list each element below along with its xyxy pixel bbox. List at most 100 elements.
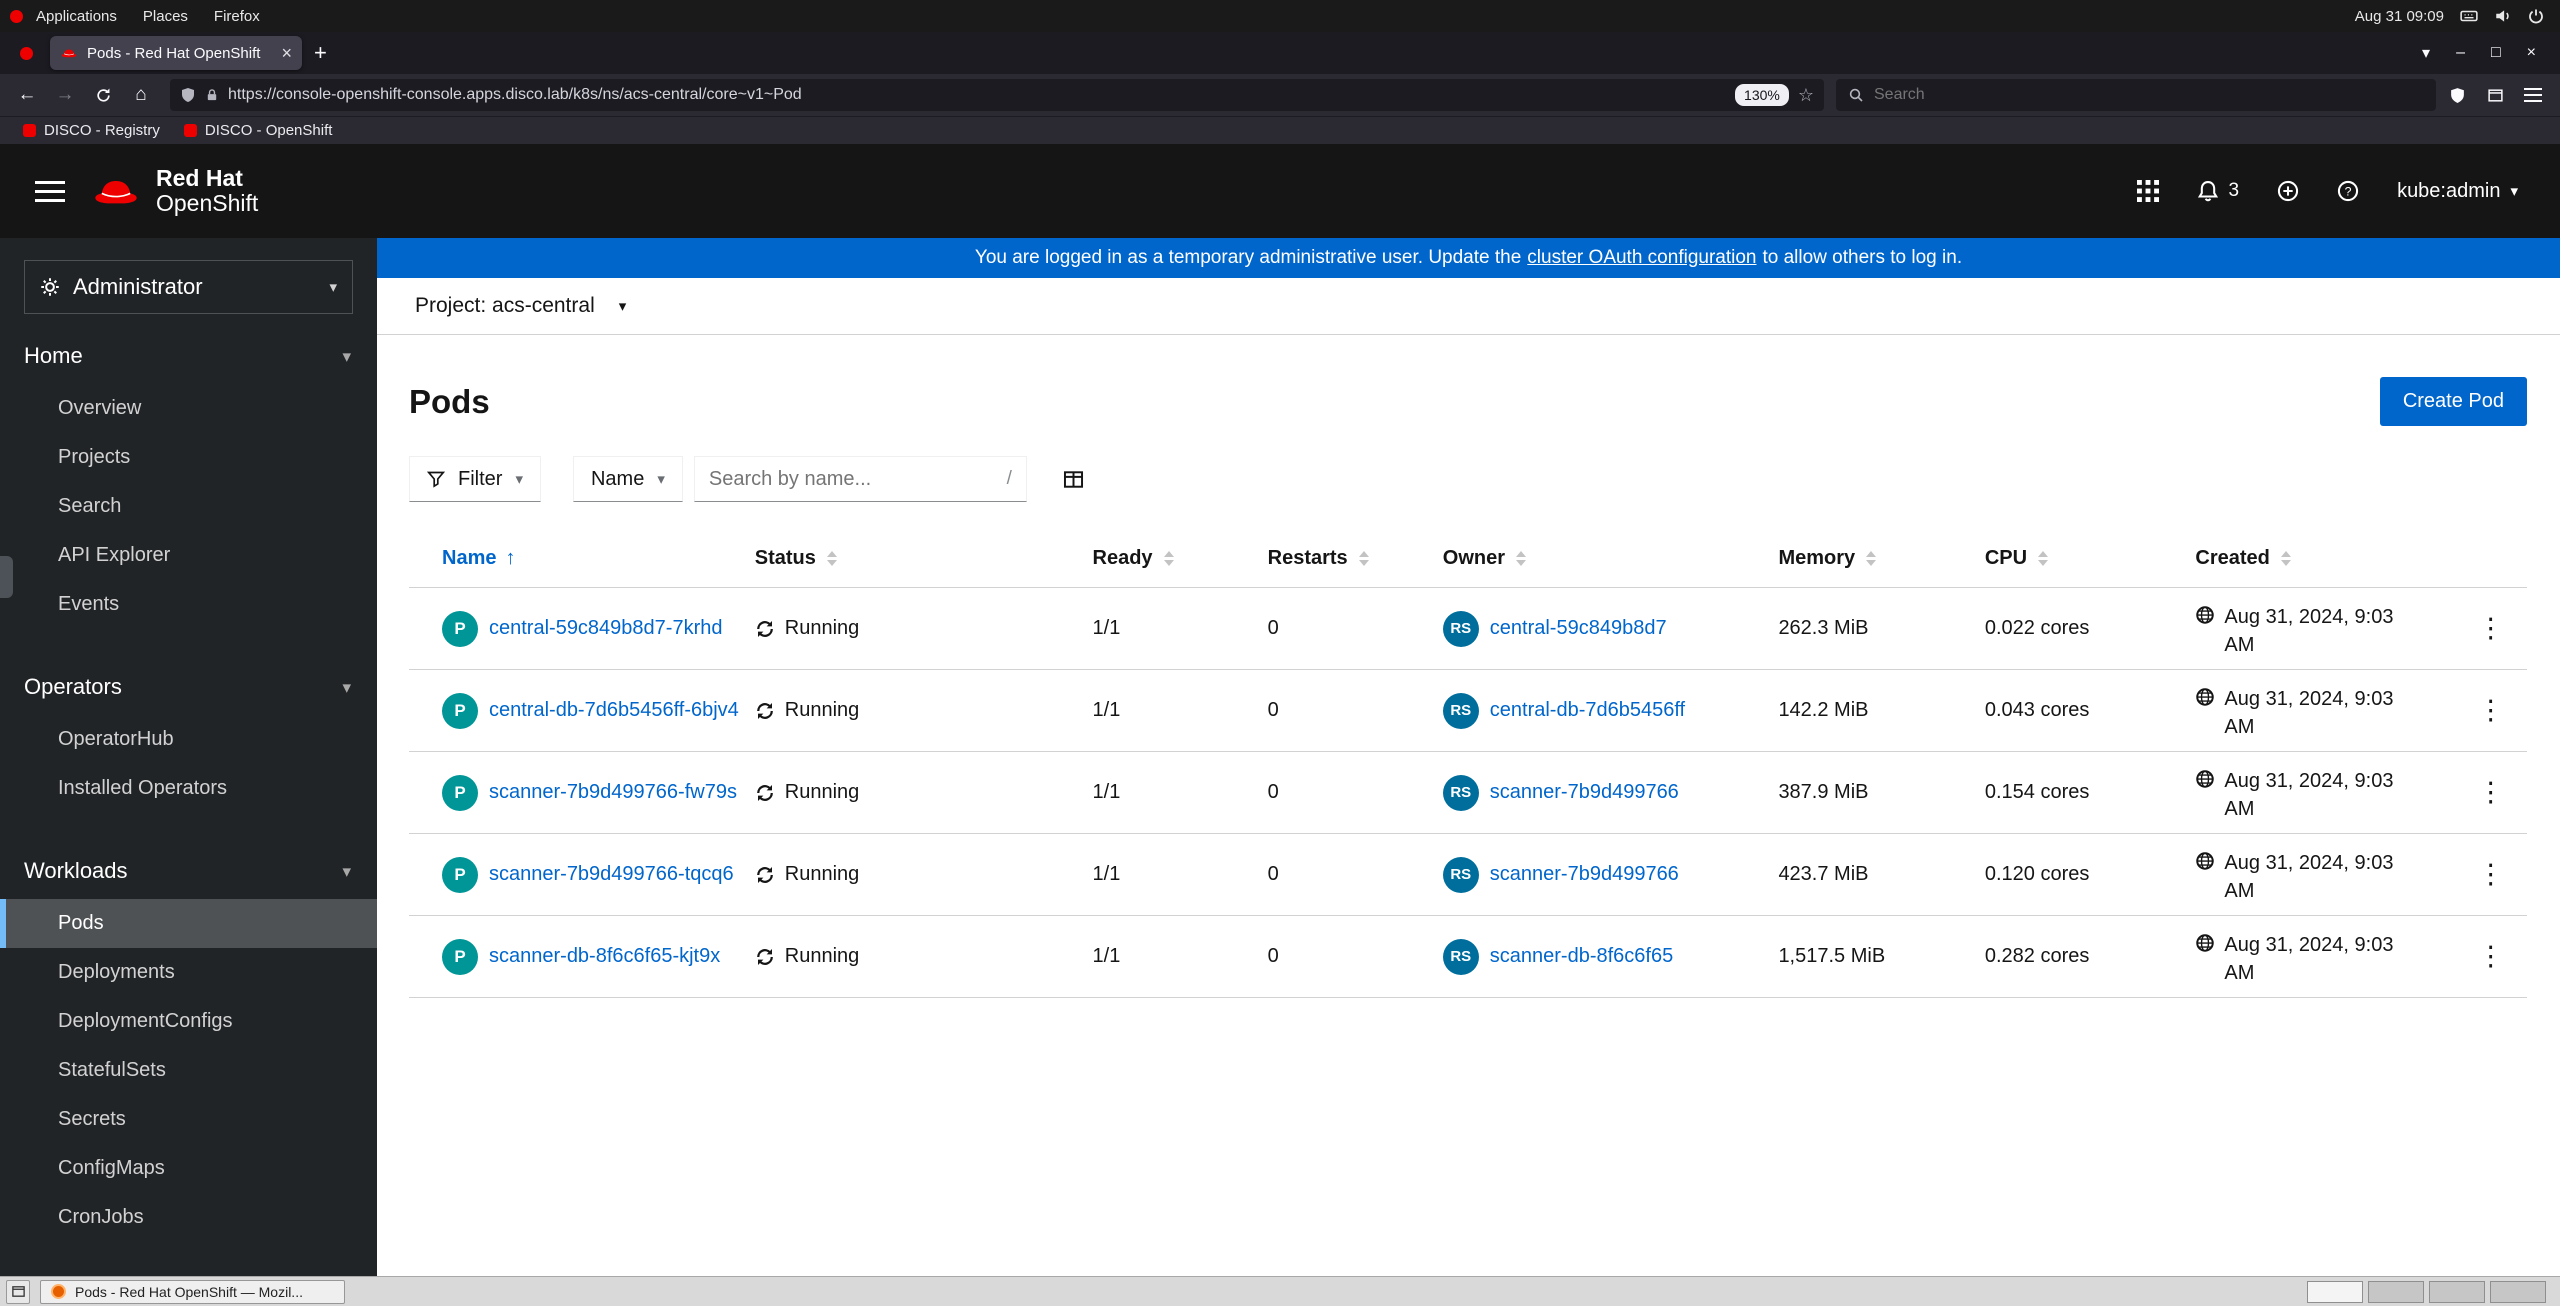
save-to-pocket-icon[interactable] [2440,79,2474,111]
places-menu[interactable]: Places [130,0,201,32]
column-header-name[interactable]: Name ↑ [442,530,755,587]
sidebar-item-statefulsets[interactable]: StatefulSets [0,1046,377,1095]
home-button[interactable]: ⌂ [124,79,158,111]
manage-columns-icon[interactable] [1063,469,1084,490]
sidebar-item-events[interactable]: Events [0,580,377,629]
owner-link[interactable]: scanner-7b9d499766 [1490,863,1679,886]
nav-section-toggle-operators[interactable]: Operators ▾ [0,659,377,715]
openshift-console: Red Hat OpenShift 3 kube:admin ▾ Adminis… [0,144,2560,1276]
power-icon[interactable] [2528,8,2544,24]
firefox-menu[interactable]: Firefox [201,0,273,32]
sidebar-item-overview[interactable]: Overview [0,384,377,433]
column-header-restarts[interactable]: Restarts [1268,530,1443,587]
window-minimize-button[interactable]: – [2456,44,2465,62]
column-header-memory[interactable]: Memory [1778,530,1984,587]
row-actions-kebab-icon[interactable]: ⋮ [2477,697,2504,724]
pod-link[interactable]: central-59c849b8d7-7krhd [489,617,723,640]
browser-window: Pods - Red Hat OpenShift × + ▾ – □ × ← →… [0,32,2560,1276]
sidebar-item-api-explorer[interactable]: API Explorer [0,531,377,580]
window-close-button[interactable]: × [2527,44,2536,62]
reload-button[interactable] [86,79,120,111]
column-header-created[interactable]: Created [2195,530,2464,587]
nav-toggle-hamburger-icon[interactable] [28,169,72,213]
app-launcher-grid-icon[interactable] [2137,180,2159,202]
window-maximize-button[interactable]: □ [2491,44,2501,62]
forward-button[interactable]: → [48,79,82,111]
workspace-3[interactable] [2429,1280,2485,1303]
perspective-switcher[interactable]: Administrator ▾ [24,260,353,314]
tab-close-button[interactable]: × [281,43,292,64]
pod-link[interactable]: scanner-7b9d499766-fw79s [489,781,737,804]
column-header-status[interactable]: Status [755,530,1093,587]
back-button[interactable]: ← [10,79,44,111]
column-header-cpu[interactable]: CPU [1985,530,2196,587]
keyboard-layout-icon[interactable] [2460,7,2478,25]
row-actions-kebab-icon[interactable]: ⋮ [2477,779,2504,806]
applications-menu[interactable]: Applications [23,0,130,32]
sidebar-item-pods[interactable]: Pods [0,899,377,948]
workspace-2[interactable] [2368,1280,2424,1303]
sidebar-item-projects[interactable]: Projects [0,433,377,482]
tracking-protection-shield-icon[interactable] [180,86,196,104]
help-icon[interactable] [2337,180,2359,202]
show-desktop-icon[interactable] [6,1279,30,1304]
column-header-owner[interactable]: Owner [1443,530,1779,587]
sidebar-item-operatorhub[interactable]: OperatorHub [0,715,377,764]
bookmark-disco-openshift[interactable]: DISCO - OpenShift [175,122,342,139]
chevron-down-icon[interactable]: ▾ [619,299,627,314]
row-actions-kebab-icon[interactable]: ⋮ [2477,861,2504,888]
create-pod-button[interactable]: Create Pod [2379,377,2527,426]
browser-menu-icon[interactable] [2516,79,2550,111]
list-all-tabs-button[interactable]: ▾ [2422,43,2430,63]
sidebar-drawer-handle[interactable] [0,556,13,598]
user-menu[interactable]: kube:admin ▾ [2397,180,2518,203]
url-bar[interactable]: 130% ☆ [170,79,1824,111]
volume-icon[interactable] [2494,7,2512,25]
filter-dropdown[interactable]: Filter ▾ [409,456,541,502]
sidebar-item-deployments[interactable]: Deployments [0,948,377,997]
column-header-ready[interactable]: Ready [1093,530,1268,587]
sidebar-item-search[interactable]: Search [0,482,377,531]
row-actions-kebab-icon[interactable]: ⋮ [2477,615,2504,642]
owner-link[interactable]: scanner-db-8f6c6f65 [1490,945,1673,968]
pod-link[interactable]: scanner-db-8f6c6f65-kjt9x [489,945,720,968]
zoom-level-indicator[interactable]: 130% [1735,84,1789,106]
browser-tab[interactable]: Pods - Red Hat OpenShift × [50,36,302,70]
workspace-1[interactable] [2307,1280,2363,1303]
browser-tab-bar: Pods - Red Hat OpenShift × + ▾ – □ × [0,32,2560,74]
connection-lock-icon[interactable] [205,86,219,104]
project-selector[interactable]: Project: acs-central [415,294,595,318]
owner-link[interactable]: scanner-7b9d499766 [1490,781,1679,804]
pod-link[interactable]: scanner-7b9d499766-tqcq6 [489,863,734,886]
cluster-oauth-configuration-link[interactable]: cluster OAuth configuration [1527,247,1756,269]
browser-search-bar[interactable] [1836,79,2436,111]
name-search-field[interactable]: / [693,456,1027,502]
new-tab-button[interactable]: + [314,40,327,66]
url-input[interactable] [228,86,1727,104]
pod-link[interactable]: central-db-7d6b5456ff-6bjv4 [489,699,739,722]
notifications-bell-icon[interactable]: 3 [2197,180,2239,202]
workspace-4[interactable] [2490,1280,2546,1303]
bookmark-star-icon[interactable]: ☆ [1798,85,1814,106]
sidebar-item-secrets[interactable]: Secrets [0,1095,377,1144]
row-actions-kebab-icon[interactable]: ⋮ [2477,943,2504,970]
cpu-cell: 0.154 cores [1984,781,2090,803]
bookmark-disco-registry[interactable]: DISCO - Registry [14,122,169,139]
library-icon[interactable] [2478,79,2512,111]
column-label: Ready [1092,547,1153,569]
owner-link[interactable]: central-db-7d6b5456ff [1490,699,1685,722]
owner-link[interactable]: central-59c849b8d7 [1490,617,1667,640]
firefox-app-icon[interactable] [8,36,44,70]
quick-create-plus-icon[interactable] [2277,180,2299,202]
desktop-clock[interactable]: Aug 31 09:09 [2355,8,2444,25]
nav-section-toggle-home[interactable]: Home ▾ [0,328,377,384]
browser-search-input[interactable] [1874,86,2424,104]
taskbar-window-button[interactable]: Pods - Red Hat OpenShift — Mozil... [40,1279,345,1304]
sidebar-item-deploymentconfigs[interactable]: DeploymentConfigs [0,997,377,1046]
name-search-input[interactable] [708,467,999,491]
sidebar-item-cronjobs[interactable]: CronJobs [0,1193,377,1242]
search-attribute-dropdown[interactable]: Name ▾ [572,456,683,502]
sidebar-item-installed-operators[interactable]: Installed Operators [0,764,377,813]
nav-section-toggle-workloads[interactable]: Workloads ▾ [0,843,377,899]
sidebar-item-configmaps[interactable]: ConfigMaps [0,1144,377,1193]
